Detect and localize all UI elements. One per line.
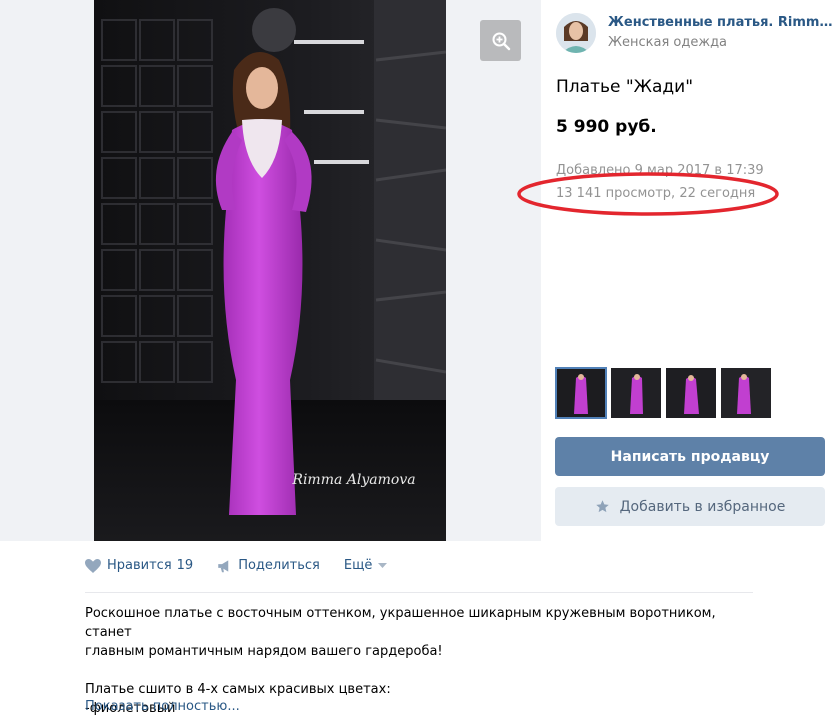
thumbnail-1[interactable]	[555, 367, 607, 419]
product-info-panel: Женственные платья. Rimma Al... Женская …	[541, 0, 836, 541]
photo-gallery: Rimma Alyamova	[0, 0, 541, 541]
star-icon	[595, 500, 609, 513]
zoom-plus-icon	[492, 32, 510, 50]
like-button[interactable]: Нравится 19	[85, 558, 193, 573]
product-photo[interactable]: Rimma Alyamova	[94, 0, 446, 541]
description-line: главным романтичным нарядом вашего гарде…	[85, 644, 443, 659]
heart-icon	[85, 558, 101, 573]
thumbnail-2[interactable]	[611, 368, 661, 418]
product-photo-illustration: Rimma Alyamova	[94, 0, 446, 541]
add-favorite-button[interactable]: Добавить в избранное	[555, 487, 825, 526]
share-label: Поделиться	[238, 558, 320, 573]
product-title: Платье "Жади"	[556, 77, 694, 97]
actions-bar: Нравится 19 Поделиться Ещё	[85, 558, 417, 573]
like-label: Нравится	[107, 558, 172, 573]
seller-category: Женская одежда	[608, 35, 728, 50]
seller-avatar[interactable]	[556, 13, 596, 53]
megaphone-icon	[218, 559, 229, 572]
thumbnail-4[interactable]	[721, 368, 771, 418]
share-button[interactable]: Поделиться	[217, 558, 320, 573]
divider	[85, 592, 753, 593]
like-count: 19	[176, 558, 194, 573]
thumbnail-strip	[555, 367, 776, 419]
show-more-link[interactable]: Показать полностью...	[85, 699, 240, 714]
zoom-button[interactable]	[480, 20, 521, 61]
more-label: Ещё	[343, 558, 373, 573]
add-favorite-label: Добавить в избранное	[619, 498, 786, 515]
seller-name-link[interactable]: Женственные платья. Rimma Al...	[608, 14, 836, 31]
thumbnail-3[interactable]	[666, 368, 716, 418]
annotation-ellipse	[517, 172, 779, 216]
photo-signature: Rimma Alyamova	[291, 472, 415, 488]
more-button[interactable]: Ещё	[344, 558, 393, 573]
product-price: 5 990 руб.	[556, 117, 657, 137]
seller-block: Женственные платья. Rimma Al... Женская …	[556, 13, 836, 53]
chevron-down-icon	[378, 562, 388, 568]
write-seller-button[interactable]: Написать продавцу	[555, 437, 825, 476]
description-line: Роскошное платье с восточным оттенком, у…	[85, 606, 716, 640]
description-line: Платье сшито в 4-х самых красивых цветах…	[85, 682, 391, 697]
